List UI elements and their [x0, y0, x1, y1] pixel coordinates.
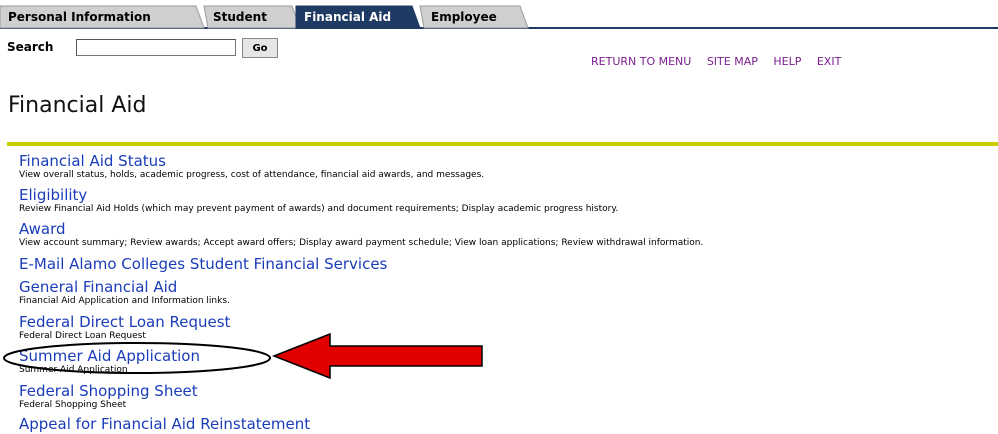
menu-item-description: View account summary; Review awards; Acc…	[19, 238, 704, 248]
menu-item-description: Federal Shopping Sheet	[19, 400, 127, 410]
appeal-reinstatement-link[interactable]: Appeal for Financial Aid Reinstatement	[19, 416, 310, 433]
menu-item: Appeal for Financial Aid Reinstatement	[19, 416, 310, 433]
tab-bar: Personal Information Student Financial A…	[0, 0, 998, 30]
general-financial-aid-link[interactable]: General Financial Aid	[19, 279, 998, 296]
summer-aid-application-link[interactable]: Summer Aid Application	[19, 348, 998, 365]
menu-item: Eligibility Review Financial Aid Holds (…	[19, 187, 998, 215]
menu-item: Federal Direct Loan Request Federal Dire…	[19, 314, 998, 342]
menu-item: General Financial Aid Financial Aid Appl…	[19, 279, 998, 307]
page-title: Financial Aid	[8, 93, 147, 118]
search-label: Search	[7, 40, 54, 54]
return-to-menu-link[interactable]: RETURN TO MENU	[591, 55, 691, 68]
menu-item-description: Summer Aid Application	[19, 365, 128, 375]
federal-direct-loan-request-link[interactable]: Federal Direct Loan Request	[19, 314, 998, 331]
menu-item-description: Review Financial Aid Holds (which may pr…	[19, 204, 619, 214]
help-link[interactable]: HELP	[773, 55, 801, 68]
menu-item: Federal Shopping Sheet Federal Shopping …	[19, 383, 998, 411]
award-link[interactable]: Award	[19, 221, 998, 238]
tab-employee[interactable]: Employee	[431, 10, 497, 24]
exit-link[interactable]: EXIT	[817, 55, 841, 68]
tab-student[interactable]: Student	[213, 10, 267, 24]
search-input[interactable]	[76, 39, 236, 56]
go-button[interactable]: Go	[242, 38, 278, 58]
menu-item: Award View account summary; Review award…	[19, 221, 998, 249]
menu-item-description: Federal Direct Loan Request	[19, 331, 146, 341]
menu-item: E-Mail Alamo Colleges Student Financial …	[19, 256, 387, 273]
menu-item: Financial Aid Status View overall status…	[19, 153, 998, 181]
menu-item: Summer Aid Application Summer Aid Applic…	[19, 348, 998, 376]
tab-financial-aid[interactable]: Financial Aid	[304, 10, 391, 24]
email-financial-services-link[interactable]: E-Mail Alamo Colleges Student Financial …	[19, 256, 387, 273]
federal-shopping-sheet-link[interactable]: Federal Shopping Sheet	[19, 383, 998, 400]
menu-item-description: View overall status, holds, academic pro…	[19, 170, 485, 180]
eligibility-link[interactable]: Eligibility	[19, 187, 998, 204]
divider-bar	[7, 142, 998, 146]
top-nav-links: RETURN TO MENU SITE MAP HELP EXIT	[591, 55, 853, 68]
financial-aid-status-link[interactable]: Financial Aid Status	[19, 153, 998, 170]
site-map-link[interactable]: SITE MAP	[707, 55, 758, 68]
menu-item-description: Financial Aid Application and Informatio…	[19, 296, 230, 306]
tab-personal-information[interactable]: Personal Information	[8, 10, 151, 24]
